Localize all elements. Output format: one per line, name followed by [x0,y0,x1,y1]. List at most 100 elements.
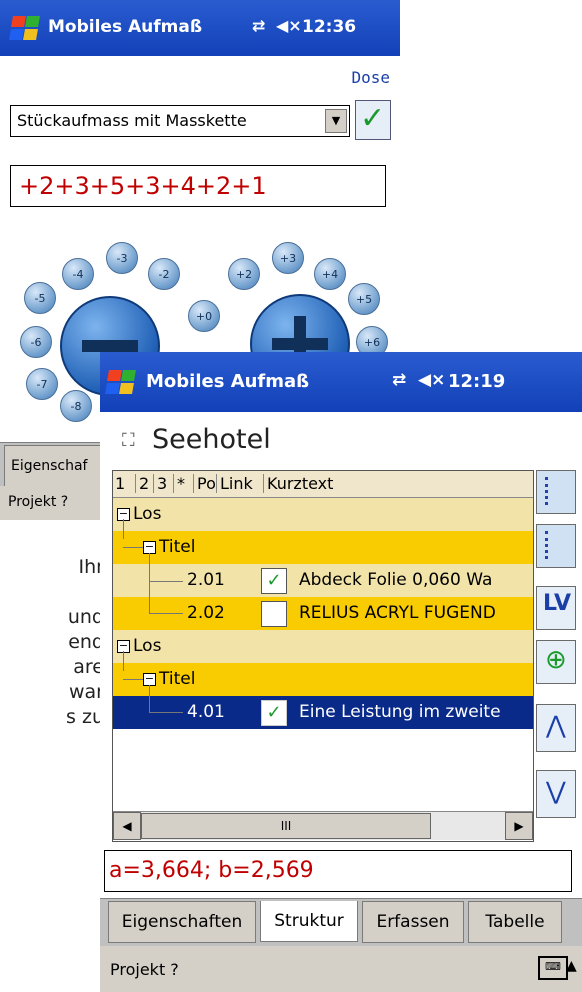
tree-line [123,651,124,671]
formula-text: +2+3+5+3+4+2+1 [19,172,267,200]
plus-3-button[interactable]: +3 [272,242,304,274]
plus-2-button[interactable]: +2 [228,258,260,290]
link-checkbox[interactable]: ✓ [261,700,287,726]
formula-field[interactable]: +2+3+5+3+4+2+1 [10,165,386,207]
minus-8-button[interactable]: -8 [60,390,92,422]
text-line: und [67,606,104,628]
tree-line [149,712,183,713]
tree-row[interactable]: − Titel [113,531,533,564]
scroll-right-icon[interactable]: ▶ [505,812,533,840]
move-down-button[interactable]: ⋁ [536,770,576,818]
measure-type-select[interactable]: Stückaufmass mit Masskette ▼ [10,105,350,137]
detail-list-icon [545,531,570,559]
result-text: a=3,664; b=2,569 [109,858,314,883]
front-tabbar: Eigenschaften Struktur Erfassen Tabelle [100,898,582,947]
windows-start-icon[interactable] [9,14,42,42]
result-field[interactable]: a=3,664; b=2,569 [104,850,572,892]
minus-5-button[interactable]: -5 [24,282,56,314]
horizontal-scrollbar[interactable]: ◀ III ▶ [113,811,533,840]
front-titlebar: Mobiles Aufmaß ⇄ ◀× 12:19 [100,352,582,412]
tree-line [149,581,183,582]
chevron-down-icon: ⋁ [546,777,566,805]
link-checkbox[interactable]: ✓ [261,568,287,594]
dose-link[interactable]: Dose [351,68,390,87]
tab-erfassen[interactable]: Erfassen [362,901,464,943]
col-star[interactable]: * [173,474,185,493]
row-label: Titel [159,669,196,689]
tree-row[interactable]: − Los [113,630,533,663]
minus-6-button[interactable]: -6 [20,326,52,358]
add-link-button[interactable]: ⊕ [536,640,576,684]
scroll-left-icon[interactable]: ◀ [113,812,141,840]
tree-row[interactable]: − Titel [113,663,533,696]
scroll-thumb[interactable]: III [141,813,431,839]
col-2[interactable]: 2 [135,474,149,493]
input-panel-arrow-icon[interactable]: ▲ [566,958,577,974]
front-title: Mobiles Aufmaß [146,371,310,392]
tree-line [149,613,183,614]
text-line: war [69,681,104,703]
col-kurztext[interactable]: Kurztext [263,474,333,493]
connectivity-icon: ⇄ [392,370,407,390]
back-titlebar: Mobiles Aufmaß ⇄ ◀× 12:36 [0,0,400,56]
back-menu[interactable]: Projekt ? [8,494,68,510]
tree-line [123,519,124,539]
confirm-check-button[interactable]: ✓ [355,100,391,140]
minus-7-button[interactable]: -7 [26,368,58,400]
tree-line [123,547,143,548]
front-window: Mobiles Aufmaß ⇄ ◀× 12:19 ⛶ Seehotel 1 2… [100,352,582,992]
lv-icon: LV [543,591,572,616]
lv-button[interactable]: LV [536,586,576,630]
tree-view-button[interactable] [536,470,576,514]
move-up-button[interactable]: ⋀ [536,704,576,752]
row-text: Abdeck Folie 0,060 Wa [299,570,493,590]
col-3[interactable]: 3 [153,474,167,493]
back-clock: 12:36 [302,17,357,37]
col-link[interactable]: Link [216,474,253,493]
tab-eigenschaften[interactable]: Eigenschaften [108,901,256,943]
tree-line [149,685,150,713]
col-pos[interactable]: Po [193,474,216,493]
zero-button[interactable]: +0 [188,300,220,332]
volume-icon: ◀× [418,370,446,390]
row-pos: 2.02 [187,603,225,623]
front-menubar: Projekt ? ⌨ ▲ [100,946,582,992]
tree-row[interactable]: − Los [113,498,533,531]
select-value: Stückaufmass mit Masskette [17,111,247,130]
row-label: Los [133,636,162,656]
tab-tabelle[interactable]: Tabelle [468,901,562,943]
minus-4-button[interactable]: -4 [62,258,94,290]
front-menu[interactable]: Projekt ? [110,960,179,979]
table-header: 1 2 3 * Po Link Kurztext [113,471,533,498]
text-line: end [68,631,104,653]
row-label: Los [133,504,162,524]
connectivity-icon: ⇄ [252,16,266,35]
col-1[interactable]: 1 [115,474,125,493]
list-tree-icon [545,477,570,505]
volume-icon: ◀× [276,16,302,35]
text-line: s zu [66,706,104,728]
plus-4-button[interactable]: +4 [314,258,346,290]
chevron-down-icon[interactable]: ▼ [325,109,347,133]
row-text: Eine Leistung im zweite [299,702,501,722]
windows-start-icon[interactable] [105,368,138,396]
front-clock: 12:19 [448,371,506,392]
side-toolbar: LV ⊕ ⋀ ⋁ [532,470,582,840]
row-pos: 2.01 [187,570,225,590]
detail-view-button[interactable] [536,524,576,568]
keyboard-icon[interactable]: ⌨ [538,956,568,980]
tab-struktur[interactable]: Struktur [260,901,358,942]
minus-2-button[interactable]: -2 [148,258,180,290]
row-pos: 4.01 [187,702,225,722]
tree-line [149,553,150,613]
project-title: Seehotel [152,424,271,455]
add-link-icon: ⊕ [545,645,567,675]
row-label: Titel [159,537,196,557]
plus-5-button[interactable]: +5 [348,283,380,315]
project-tree-icon: ⛶ [122,430,135,451]
scroll-grip: III [280,819,292,833]
link-checkbox[interactable] [261,601,287,627]
back-title: Mobiles Aufmaß [48,17,203,37]
tree-line [123,679,143,680]
minus-3-button[interactable]: -3 [106,242,138,274]
